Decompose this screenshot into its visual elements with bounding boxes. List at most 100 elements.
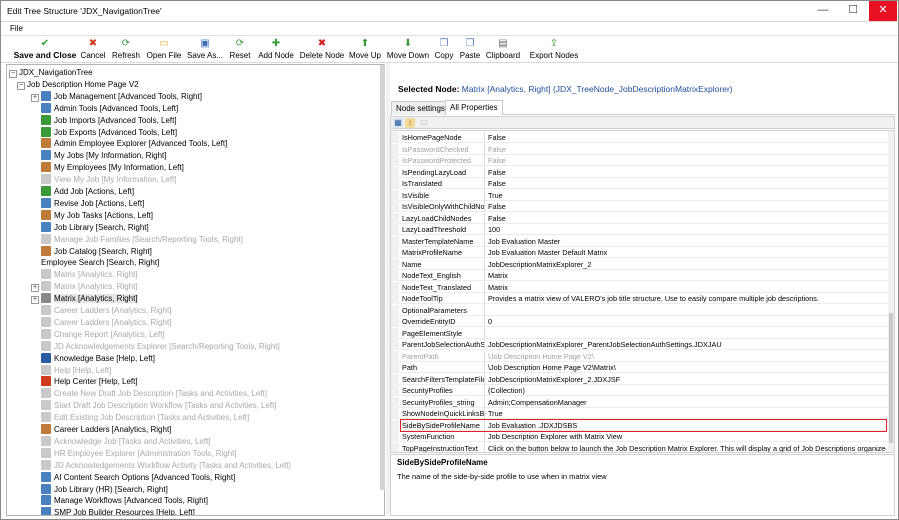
tree-item[interactable]: + Job Management [Advanced Tools, Right] [31,90,202,103]
property-row[interactable]: SearchFiltersTemplateFile JobDescriptionM… [391,373,888,385]
paste-button[interactable]: ❐ Paste [459,38,481,63]
property-grid-scrollbar[interactable] [888,131,894,452]
property-row[interactable]: SystemFunction Job Description Explorer w… [391,431,888,442]
property-value[interactable]: False [488,155,886,166]
expand-icon[interactable]: + [31,296,39,305]
property-value[interactable]: True [488,408,886,419]
scrollbar-thumb[interactable] [889,313,893,443]
property-value[interactable]: Matrix [488,282,886,293]
collapse-icon[interactable]: − [9,70,17,78]
tree-item[interactable]: My Employees [My Information, Left] [41,162,184,174]
copy-button[interactable]: ❐ Copy [433,38,455,63]
property-value[interactable]: \Job Description Home Page V2\Matrix\ [488,362,886,373]
open-file-button[interactable]: ▭ Open File [146,38,182,63]
property-value[interactable]: Admin;CompensationManager [488,397,886,408]
tree-item[interactable]: Job Library [Search, Right] [41,221,149,234]
property-value[interactable]: False [488,132,886,143]
tree-item[interactable]: Acknowledge Job [Tasks and Activities, L… [41,435,211,448]
property-row[interactable]: IsVisibleOnlyWithChildNod False [391,201,888,212]
collapse-icon[interactable]: − [17,81,25,90]
export-nodes-button[interactable]: ⇪ Export Nodes [528,38,580,63]
tab-all-properties[interactable]: All Properties [445,100,503,115]
property-value[interactable]: Job Evaluation Master [488,236,886,247]
property-value[interactable]: JobDescriptionMatrixExplorer_2.JDXJSF [488,374,886,385]
property-value[interactable]: False [488,213,886,224]
property-row[interactable]: OptionalParameters [391,304,888,316]
close-button[interactable]: ✕ [869,1,897,21]
move-up-button[interactable]: ⬆ Move Up [348,38,382,63]
tree-item[interactable]: Help Center [Help, Left] [41,376,138,388]
alphabetical-icon[interactable]: ↕ [405,118,415,128]
clipboard-button[interactable]: ▤ Clipboard [485,38,521,63]
property-value[interactable]: (Collection) [488,385,886,396]
save-as-button[interactable]: ▣ Save As... [186,38,224,63]
tree-item[interactable]: + Matrix [Analytics, Right] [31,281,138,293]
property-value[interactable]: True [488,190,886,201]
property-row[interactable]: NodeText_English Matrix [391,270,888,281]
property-row[interactable]: NodeText_Translated Matrix [391,281,888,293]
tree-item[interactable]: Knowledge Base [Help, Left] [41,352,155,365]
reset-button[interactable]: ⟳ Reset [227,38,253,63]
save-and-close-button[interactable]: ✔ Save and Close [13,38,77,63]
property-value[interactable]: 100 [488,224,886,235]
tree-item[interactable]: Admin Tools [Advanced Tools, Left] [41,102,178,115]
tree-item[interactable]: − JDX_NavigationTree [9,67,93,79]
property-row[interactable]: OverrideEntityID 0 [391,316,888,327]
property-row[interactable]: IsPasswordProtected False [391,155,888,166]
tree-item[interactable]: Add Job [Actions, Left] [41,186,134,198]
tree-item[interactable]: Job Library (HR) [Search, Right] [41,483,168,496]
tree-item[interactable]: Career Ladders [Analytics, Right] [41,316,171,329]
tree-item[interactable]: SMP Job Builder Resources [Help, Left] [41,507,195,515]
property-value[interactable]: Job Evaluation Master Default Matrix [488,247,886,258]
property-value[interactable]: False [488,178,886,189]
property-row[interactable]: ParentPath \Job Description Home Page V2\ [391,350,888,362]
tree-item[interactable]: JD Acknowledgements Explorer [Search/Rep… [41,340,280,353]
refresh-button[interactable]: ⟳ Refresh [111,38,141,63]
tree-item[interactable]: Change Report [Analytics, Left] [41,328,165,341]
property-row[interactable]: ParentJobSelectionAuthSe JobDescriptionMa… [391,339,888,350]
property-pages-icon[interactable]: □ [419,118,429,128]
property-value[interactable]: Click on the button below to launch the … [488,443,886,453]
tree-item[interactable]: Job Imports [Advanced Tools, Left] [41,114,177,127]
tree-item[interactable]: Employee Search [Search, Right] [41,257,159,269]
property-value[interactable]: False [488,201,886,212]
tree-item[interactable]: Revise Job [Actions, Left] [41,197,144,210]
property-row[interactable]: SecurityProfiles_string Admin;Compensatio… [391,396,888,408]
tree-item[interactable]: AI Content Search Options [Advanced Tool… [41,471,235,484]
menu-file[interactable]: File [10,24,23,33]
property-row[interactable]: Path \Job Description Home Page V2\Matrix… [391,362,888,373]
maximize-button[interactable]: ☐ [839,1,867,21]
property-value[interactable]: False [488,144,886,155]
property-row[interactable]: ShowNodeInQuickLinksBo True [391,408,888,419]
property-row[interactable]: TopPageInstructionText Click on the butto… [391,442,888,453]
property-value[interactable]: 0 [488,316,886,327]
tree-item[interactable]: Career Ladders [Analytics, Right] [41,305,171,317]
property-row[interactable]: IsVisible True [391,189,888,201]
tree-item[interactable]: Start Draft Job Description Workflow [Ta… [41,400,277,412]
tree-item[interactable]: Help [Help, Left] [41,364,111,377]
tree-item[interactable]: Matrix [Analytics, Right] [41,269,138,281]
tree-item[interactable]: Edit Existing Job Description [Tasks and… [41,412,249,424]
property-value[interactable]: \Job Description Home Page V2\ [488,351,886,362]
property-value[interactable]: JobDescriptionMatrixExplorer_ParentJobSe… [488,339,886,350]
property-row[interactable]: NodeToolTip Provides a matrix view of VAL… [391,293,888,304]
property-row[interactable]: LazyLoadThreshold 100 [391,224,888,235]
expand-icon[interactable]: + [31,93,39,102]
property-row[interactable]: SecurityProfiles (Collection) [391,385,888,396]
property-value[interactable]: Matrix [488,270,886,281]
property-value[interactable] [488,305,886,316]
tree-item[interactable]: My Job Tasks [Actions, Left] [41,209,153,222]
property-row[interactable]: IsPasswordChecked False [391,143,888,155]
property-row[interactable]: IsPendingLazyLoad False [391,166,888,178]
property-row[interactable]: MasterTemplateName Job Evaluation Master [391,235,888,247]
property-row[interactable]: Name JobDescriptionMatrixExplorer_2 [391,258,888,270]
tree-item[interactable]: Manage Workflows [Advanced Tools, Right] [41,495,208,507]
property-row[interactable]: LazyLoadChildNodes False [391,212,888,224]
tree-item[interactable]: View My Job [My Information, Left] [41,174,177,186]
expand-icon[interactable]: + [31,284,39,293]
categorized-icon[interactable]: ▦ [393,118,403,128]
property-value[interactable]: Provides a matrix view of VALERO's job t… [488,293,886,304]
tree-item[interactable]: Create New Draft Job Description [Tasks … [41,388,267,400]
tab-node-settings[interactable]: Node settings [391,101,450,115]
property-row[interactable]: MatrixProfileName Job Evaluation Master D… [391,247,888,258]
